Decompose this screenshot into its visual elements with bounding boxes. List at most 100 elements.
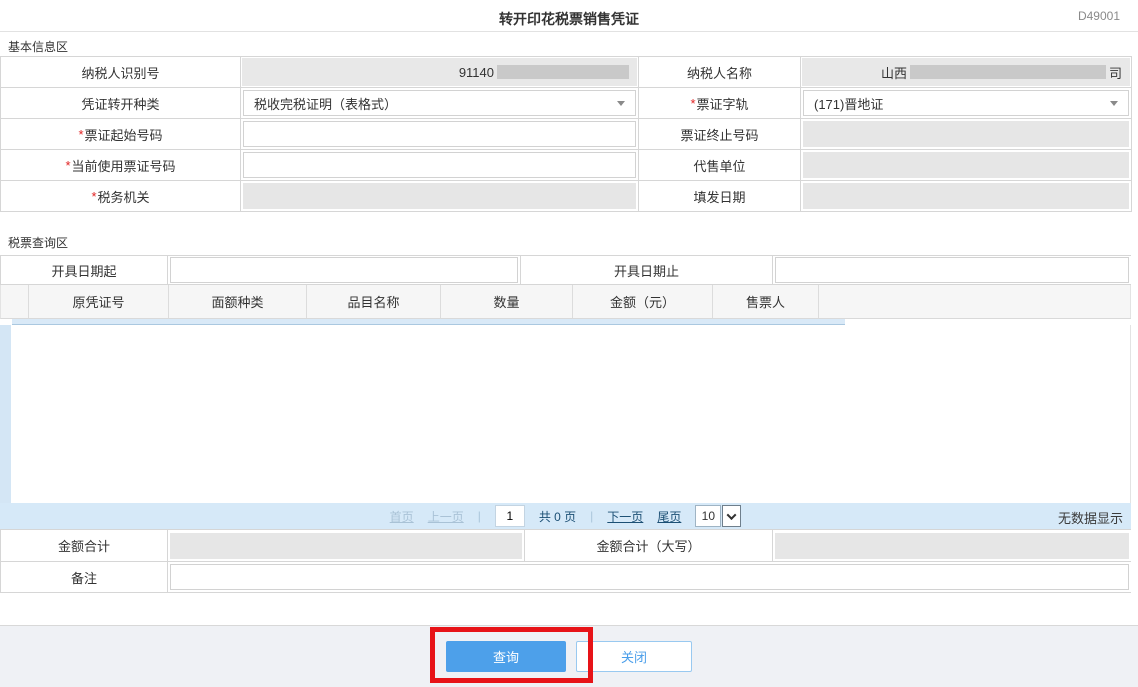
total-amount-label: 金额合计 (0, 530, 168, 562)
tax-authority-disabled-field (243, 183, 636, 209)
voucher-type-cell: 税收完税证明（表格式） (241, 88, 639, 119)
tax-authority-cell (241, 181, 639, 212)
current-ticket-label-text: 当前使用票证号码 (71, 158, 176, 174)
ticket-track-cell: (171)晋地证 (801, 88, 1131, 119)
ticket-end-cell (801, 119, 1131, 150)
taxpayer-id-value: 91140 (242, 58, 637, 86)
ticket-start-label: * 票证起始号码 (1, 119, 241, 150)
total-amount-disabled-field (170, 532, 522, 559)
remark-label: 备注 (0, 562, 168, 593)
issue-date-disabled-field (803, 183, 1129, 209)
basic-info-grid: 纳税人识别号 91140 纳税人名称 山西 司 凭证转开种类 税收完税证明（表格… (0, 56, 1132, 212)
redaction-block (909, 65, 1106, 79)
date-to-input[interactable] (775, 257, 1129, 283)
issue-date-cell (801, 181, 1131, 212)
remark-cell (168, 562, 1131, 593)
taxpayer-name-value: 山西 司 (802, 58, 1130, 86)
chevron-down-icon (1110, 100, 1118, 106)
query-section-title: 税票查询区 (8, 236, 69, 250)
page-size-dropdown-button[interactable] (722, 505, 742, 527)
redaction-block (497, 65, 629, 79)
ticket-start-input[interactable] (243, 121, 636, 147)
ticket-start-label-text: 票证起始号码 (84, 127, 163, 143)
pagination-last-link[interactable]: 尾页 (657, 508, 681, 525)
tax-authority-label: * 税务机关 (1, 181, 241, 212)
required-asterisk: * (690, 95, 696, 111)
query-button[interactable]: 查询 (446, 641, 566, 672)
date-from-input[interactable] (170, 257, 518, 283)
date-from-label: 开具日期起 (0, 256, 168, 285)
pagination-separator: | (590, 509, 594, 523)
taxpayer-id-cell: 91140 (241, 57, 639, 88)
voucher-type-label: 凭证转开种类 (1, 88, 241, 119)
page-size-select[interactable]: 10 (695, 505, 742, 527)
current-ticket-cell (241, 150, 639, 181)
remark-input[interactable] (170, 564, 1129, 590)
total-pages-text: 共 0 页 (538, 509, 577, 524)
column-header-filler (819, 285, 1131, 318)
page-header: 转开印花税票销售凭证 D49001 (0, 0, 1138, 32)
close-button[interactable]: 关闭 (576, 641, 692, 672)
taxpayer-name-prefix: 山西 (880, 65, 907, 81)
row-selector-column-header (1, 285, 29, 318)
ticket-end-disabled-field (803, 121, 1129, 147)
required-asterisk: * (65, 157, 71, 173)
result-table-body (0, 325, 1131, 503)
no-data-text: 无数据显示 (1057, 511, 1123, 526)
issue-date-label: 填发日期 (639, 181, 801, 212)
column-header-original-voucher: 原凭证号 (29, 285, 169, 318)
ticket-track-label-text: 票证字轨 (696, 96, 749, 112)
required-asterisk: * (78, 126, 84, 142)
date-from-cell (168, 256, 520, 285)
table-left-gutter (0, 325, 11, 503)
tax-authority-label-text: 税务机关 (97, 189, 150, 205)
column-header-denomination: 面额种类 (169, 285, 307, 318)
column-header-item-name: 品目名称 (307, 285, 441, 318)
total-amount-cn-cell (773, 530, 1131, 562)
agency-label: 代售单位 (639, 150, 801, 181)
column-header-quantity: 数量 (441, 285, 573, 318)
form-code: D49001 (1077, 9, 1120, 23)
ticket-end-label: 票证终止号码 (639, 119, 801, 150)
total-amount-cn-disabled-field (775, 532, 1129, 559)
basic-info-section-title: 基本信息区 (8, 40, 69, 54)
pagination-next-link[interactable]: 下一页 (607, 508, 643, 525)
chevron-down-icon (617, 100, 625, 106)
total-amount-cell (168, 530, 524, 562)
taxpayer-id-text: 91140 (458, 64, 494, 80)
page-number-input[interactable] (494, 505, 525, 527)
voucher-type-value: 税收完税证明（表格式） (254, 96, 398, 112)
footer-action-bar: 查询 关闭 (0, 625, 1138, 687)
taxpayer-name-cell: 山西 司 (801, 57, 1131, 88)
ticket-track-select[interactable]: (171)晋地证 (803, 90, 1129, 116)
page-size-value: 10 (695, 505, 722, 527)
table-empty-area (11, 325, 1130, 503)
pagination-prev-link[interactable]: 上一页 (428, 508, 464, 525)
required-asterisk: * (91, 188, 97, 204)
agency-cell (801, 150, 1131, 181)
column-header-seller: 售票人 (713, 285, 819, 318)
result-table-header: 原凭证号 面额种类 品目名称 数量 金额（元） 售票人 (0, 285, 1131, 319)
taxpayer-id-label: 纳税人识别号 (1, 57, 241, 88)
ticket-track-label: * 票证字轨 (639, 88, 801, 119)
remark-row: 备注 (0, 562, 1131, 593)
agency-disabled-field (803, 152, 1129, 178)
date-filter-row: 开具日期起 开具日期止 (0, 255, 1131, 285)
taxpayer-name-label: 纳税人名称 (639, 57, 801, 88)
voucher-type-select[interactable]: 税收完税证明（表格式） (243, 90, 636, 116)
ticket-track-value: (171)晋地证 (814, 96, 884, 112)
pagination-first-link[interactable]: 首页 (390, 508, 414, 525)
total-amount-cn-label: 金额合计（大写） (524, 530, 773, 562)
taxpayer-name-suffix: 司 (1108, 65, 1122, 81)
page-title: 转开印花税票销售凭证 (499, 11, 639, 27)
total-amount-row: 金额合计 金额合计（大写） (0, 529, 1131, 562)
chevron-down-icon (726, 509, 737, 520)
pagination-separator: | (477, 509, 481, 523)
date-to-cell (773, 256, 1131, 285)
column-header-amount: 金额（元） (573, 285, 713, 318)
current-ticket-input[interactable] (243, 152, 636, 178)
date-to-label: 开具日期止 (520, 256, 773, 285)
ticket-start-cell (241, 119, 639, 150)
pagination-bar: 首页 上一页 | 共 0 页 | 下一页 尾页 10 无数据显示 (0, 503, 1131, 529)
current-ticket-label: * 当前使用票证号码 (1, 150, 241, 181)
